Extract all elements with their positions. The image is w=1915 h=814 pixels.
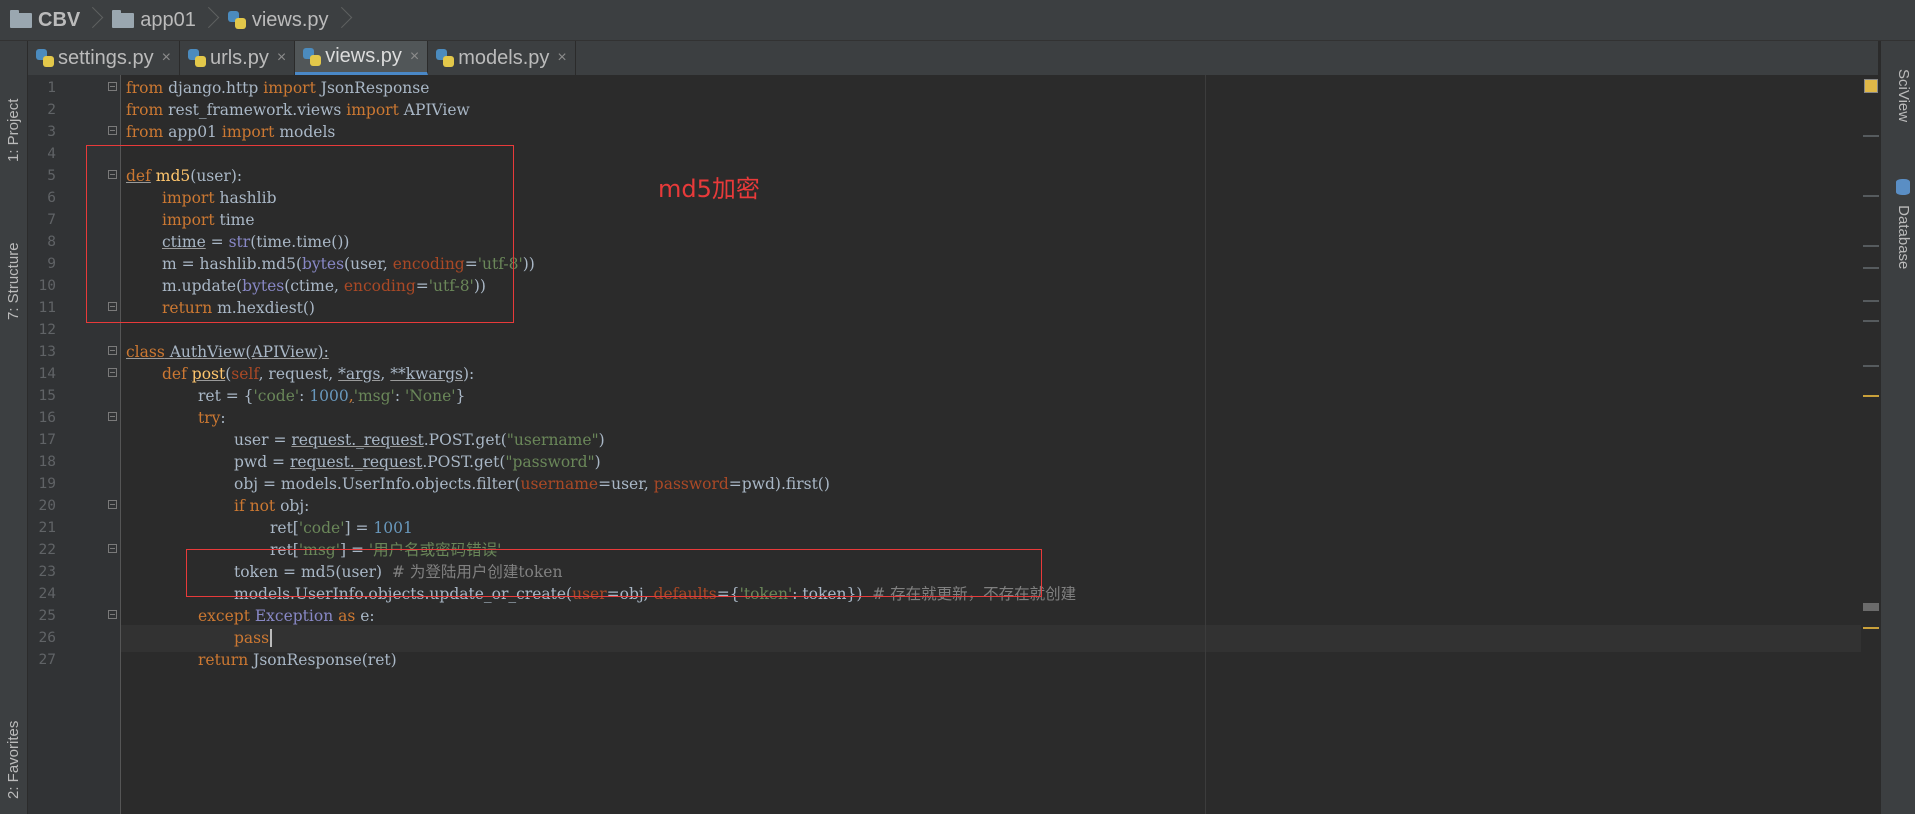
close-icon[interactable]: × [410, 48, 419, 66]
tab-models[interactable]: models.py × [428, 41, 576, 75]
breadcrumb-file[interactable]: views.py [227, 8, 329, 32]
text-cursor [270, 629, 273, 647]
stripe-marker[interactable] [1863, 300, 1879, 302]
tab-label: views.py [325, 45, 402, 67]
inspection-status-icon[interactable] [1864, 79, 1878, 93]
fold-marker-icon[interactable] [108, 544, 117, 553]
tab-settings[interactable]: settings.py × [28, 41, 180, 75]
stripe-marker[interactable] [1863, 395, 1879, 397]
favorites-tool-label: 2: Favorites [5, 720, 22, 800]
favorites-tool-button[interactable]: 2: Favorites [0, 706, 27, 814]
stripe-marker[interactable] [1863, 365, 1879, 367]
python-file-icon [303, 47, 322, 66]
breadcrumb: CBV app01 views.py [0, 0, 1915, 41]
breadcrumb-separator-icon [88, 0, 102, 40]
stripe-marker[interactable] [1863, 135, 1879, 137]
structure-tool-label: 7: Structure [5, 242, 22, 320]
tab-views[interactable]: views.py × [295, 41, 429, 75]
fold-marker-icon[interactable] [108, 126, 117, 135]
python-file-icon [227, 11, 246, 29]
breadcrumb-folder[interactable]: app01 [112, 9, 196, 32]
close-icon[interactable]: × [557, 49, 566, 67]
breadcrumb-project[interactable]: CBV [10, 9, 80, 32]
database-tool-label: Database [1895, 205, 1912, 270]
tab-label: settings.py [58, 46, 154, 69]
stripe-marker[interactable] [1863, 603, 1879, 611]
breadcrumb-separator-icon [337, 0, 351, 40]
editor-tab-bar: settings.py × urls.py × views.py × model… [28, 41, 1878, 75]
breadcrumb-separator-icon [204, 0, 218, 40]
tab-urls[interactable]: urls.py × [180, 41, 296, 75]
sciview-tool-button[interactable]: SciView [1885, 69, 1912, 122]
project-tool-button[interactable]: 1: Project [0, 55, 27, 205]
fold-marker-icon[interactable] [108, 500, 117, 509]
stripe-marker[interactable] [1863, 320, 1879, 322]
database-icon [1896, 179, 1910, 195]
stripe-marker[interactable] [1863, 267, 1879, 269]
code-line: return JsonResponse(ret) [198, 651, 397, 669]
breadcrumb-file-label: views.py [251, 8, 329, 31]
python-file-icon [436, 49, 455, 67]
breadcrumb-folder-label: app01 [140, 8, 196, 31]
tab-label: models.py [458, 46, 550, 69]
python-file-icon [187, 49, 206, 67]
breadcrumb-project-label: CBV [38, 8, 81, 31]
sciview-tool-label: SciView [1895, 69, 1912, 123]
fold-marker-icon[interactable] [108, 346, 117, 355]
folder-icon [112, 9, 135, 28]
right-margin-guide [1205, 75, 1206, 814]
md5-function-highlight-box [86, 145, 514, 323]
database-tool-button[interactable]: Database [1885, 179, 1912, 269]
fold-marker-icon[interactable] [108, 82, 117, 91]
fold-marker-icon[interactable] [108, 368, 117, 377]
folder-icon [10, 9, 32, 28]
stripe-marker[interactable] [1863, 195, 1879, 197]
code-editor[interactable]: 1 2 3 4 5 6 7 8 9 10 11 12 13 14 15 16 1… [28, 75, 1881, 814]
fold-marker-icon[interactable] [108, 412, 117, 421]
stripe-marker[interactable] [1863, 245, 1879, 247]
code-line: from app01 import models [126, 123, 336, 141]
project-tool-label: 1: Project [5, 98, 22, 162]
left-tool-strip: 1: Project 7: Structure 2: Favorites [0, 41, 28, 814]
stripe-marker[interactable] [1863, 627, 1879, 629]
close-icon[interactable]: × [277, 49, 286, 67]
line-number: 27 [38, 652, 56, 668]
close-icon[interactable]: × [162, 49, 171, 67]
structure-tool-button[interactable]: 7: Structure [0, 191, 27, 371]
error-stripe[interactable] [1861, 75, 1881, 814]
python-file-icon [36, 49, 54, 67]
tab-label: urls.py [209, 46, 269, 69]
annotation-text: md5加密 [658, 175, 760, 203]
token-code-highlight-box [186, 549, 1042, 597]
fold-marker-icon[interactable] [108, 610, 117, 619]
right-tool-strip: SciView Database [1880, 41, 1915, 814]
